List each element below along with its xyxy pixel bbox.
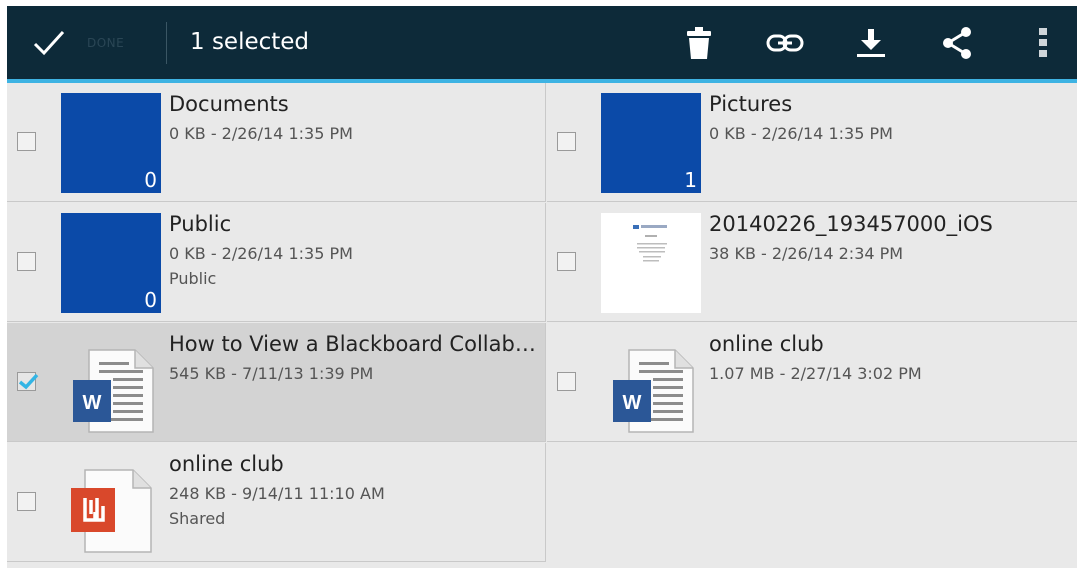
share-icon	[943, 26, 971, 59]
file-meta: 0 KB - 2/26/14 1:35 PM	[169, 124, 353, 143]
file-tile-online-club-pdf[interactable]: online club 248 KB - 9/14/11 11:10 AM Sh…	[7, 443, 546, 562]
select-checkbox[interactable]	[557, 372, 576, 391]
file-name: Documents	[169, 92, 289, 116]
file-meta: 0 KB - 2/26/14 1:35 PM	[169, 244, 353, 263]
file-grid: 0 Documents 0 KB - 2/26/14 1:35 PM 1 Pic…	[7, 83, 1077, 568]
word-document-icon: W	[613, 349, 694, 433]
word-file-thumbnail: W	[61, 333, 161, 433]
select-checkbox[interactable]	[17, 132, 36, 151]
file-name: online club	[709, 332, 824, 356]
file-sharing-status: Public	[169, 269, 217, 288]
select-checkbox[interactable]	[17, 252, 36, 271]
folder-thumbnail: 1	[601, 93, 701, 193]
file-tile-ios-image[interactable]: 20140226_193457000_iOS 38 KB - 2/26/14 2…	[547, 203, 1077, 322]
file-tile-documents[interactable]: 0 Documents 0 KB - 2/26/14 1:35 PM	[7, 83, 546, 202]
folder-thumbnail: 0	[61, 93, 161, 193]
overflow-menu-button[interactable]	[1013, 6, 1073, 79]
check-icon	[33, 30, 65, 56]
select-checkbox[interactable]	[557, 132, 576, 151]
more-vert-icon	[1039, 27, 1047, 57]
checkmark-icon	[18, 373, 39, 390]
pdf-file-thumbnail	[61, 453, 161, 553]
delete-button[interactable]	[669, 6, 729, 79]
file-name: How to View a Blackboard Collaborate Rec…	[169, 332, 541, 356]
link-button[interactable]	[755, 6, 815, 79]
file-name: online club	[169, 452, 284, 476]
file-tile-public[interactable]: 0 Public 0 KB - 2/26/14 1:35 PM Public	[7, 203, 546, 322]
select-checkbox[interactable]	[557, 252, 576, 271]
app-frame: DONE 1 selected 0 Documents 0 KB - 2/26/…	[7, 6, 1077, 568]
folder-thumbnail: 0	[61, 213, 161, 313]
file-name: 20140226_193457000_iOS	[709, 212, 993, 236]
file-meta: 0 KB - 2/26/14 1:35 PM	[709, 124, 893, 143]
done-button[interactable]: DONE	[7, 6, 167, 79]
select-checkbox[interactable]	[17, 492, 36, 511]
word-file-thumbnail: W	[601, 333, 701, 433]
file-name: Public	[169, 212, 232, 236]
file-meta: 38 KB - 2/26/14 2:34 PM	[709, 244, 904, 263]
document-preview-icon	[601, 213, 701, 313]
file-tile-blackboard-doc[interactable]: W How to View a Blackboard Collaborate R…	[7, 323, 546, 442]
done-label: DONE	[87, 36, 125, 50]
svg-text:W: W	[623, 392, 642, 414]
download-icon	[857, 28, 885, 57]
word-document-icon: W	[73, 349, 154, 433]
action-bar: DONE 1 selected	[7, 6, 1077, 79]
file-meta: 248 KB - 9/14/11 11:10 AM	[169, 484, 385, 503]
folder-item-count: 0	[144, 168, 157, 192]
file-meta: 1.07 MB - 2/27/14 3:02 PM	[709, 364, 922, 383]
selection-count: 1 selected	[190, 29, 310, 55]
folder-item-count: 1	[684, 168, 697, 192]
pdf-document-icon	[71, 469, 152, 553]
file-sharing-status: Shared	[169, 509, 226, 528]
folder-item-count: 0	[144, 288, 157, 312]
file-meta: 545 KB - 7/11/13 1:39 PM	[169, 364, 374, 383]
file-tile-online-club-doc[interactable]: W online club 1.07 MB - 2/27/14 3:02 PM	[547, 323, 1077, 442]
trash-icon	[687, 26, 711, 59]
select-checkbox-checked[interactable]	[17, 372, 39, 391]
file-tile-pictures[interactable]: 1 Pictures 0 KB - 2/26/14 1:35 PM	[547, 83, 1077, 202]
link-icon	[766, 34, 804, 51]
svg-text:W: W	[83, 392, 102, 414]
image-thumbnail	[601, 213, 701, 313]
download-button[interactable]	[841, 6, 901, 79]
file-name: Pictures	[709, 92, 793, 116]
share-button[interactable]	[927, 6, 987, 79]
action-bar-divider	[166, 22, 167, 64]
